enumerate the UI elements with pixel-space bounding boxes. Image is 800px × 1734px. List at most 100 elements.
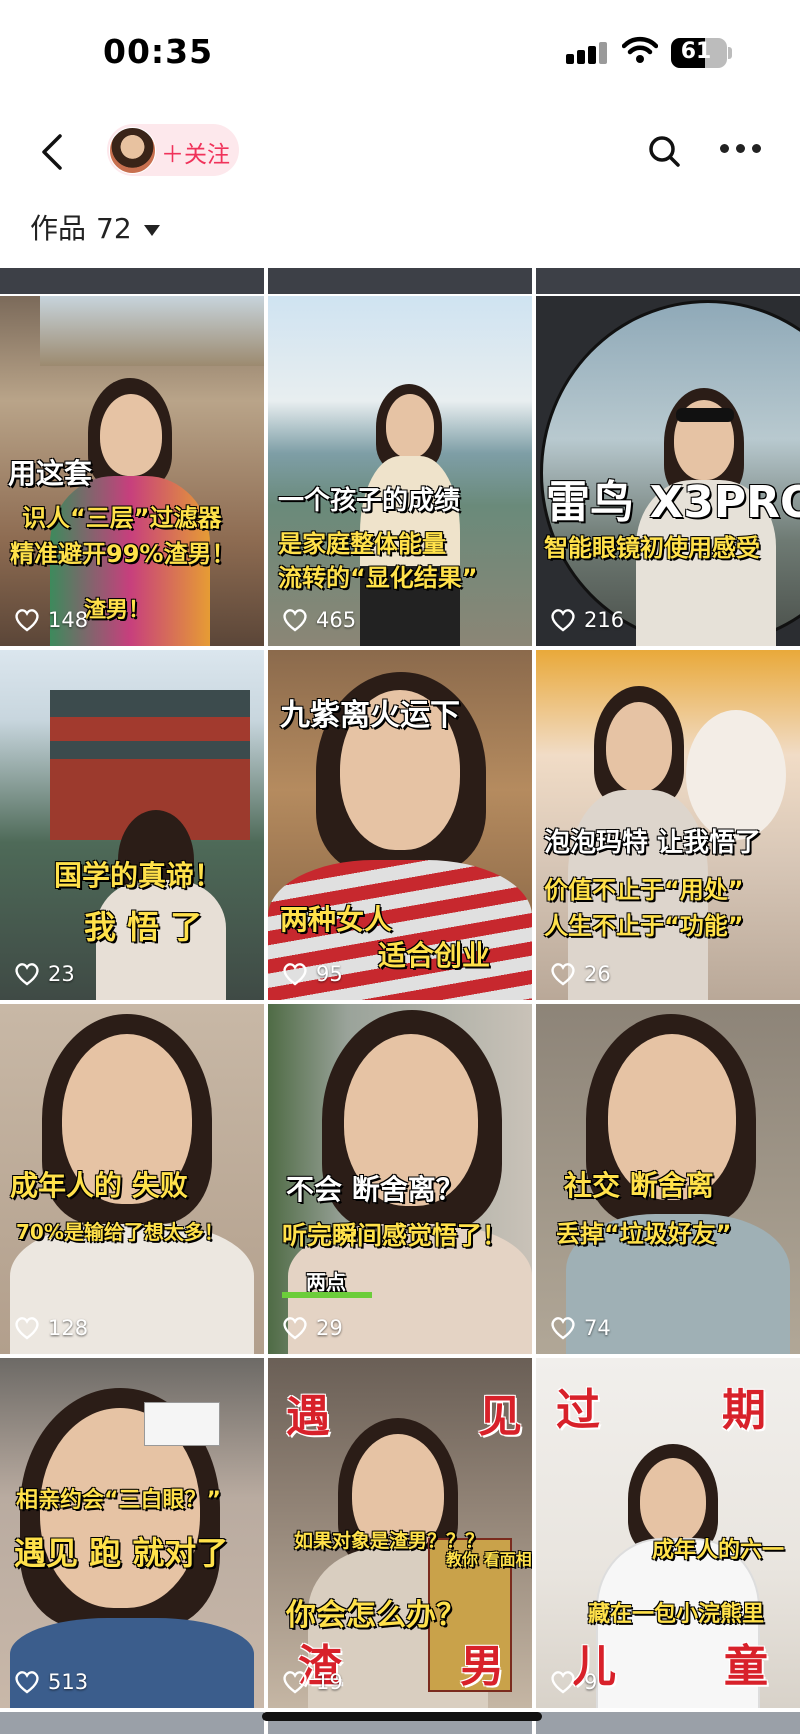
- like-count-value: 95: [316, 962, 343, 986]
- avatar[interactable]: [109, 127, 156, 174]
- like-count-value: 74: [584, 1316, 611, 1340]
- video-caption: 遇: [286, 1391, 330, 1442]
- heart-icon: [551, 1317, 575, 1340]
- video-caption: 社交 断舍离: [564, 1169, 714, 1202]
- video-caption: 两点: [306, 1270, 346, 1294]
- like-count-value: 513: [48, 1670, 89, 1694]
- video-caption: 一个孩子的成绩: [278, 486, 461, 516]
- cellular-signal-icon: [566, 42, 608, 68]
- video-tile[interactable]: 九紫离火运下 两种女人 适合创业 95: [268, 650, 532, 1000]
- video-caption: 相亲约会“三白眼？”: [16, 1488, 221, 1513]
- video-caption: 遇见 跑 就对了: [14, 1534, 229, 1572]
- video-caption: 藏在一包小浣熊里: [588, 1602, 765, 1627]
- video-caption: 见: [478, 1391, 522, 1442]
- video-tile[interactable]: 国学的真谛！ 我 悟 了 23: [0, 650, 264, 1000]
- video-caption: 期: [722, 1385, 766, 1436]
- video-tile[interactable]: 社交 断舍离 丢掉“垃圾好友” 74: [536, 1004, 800, 1354]
- heart-icon: [551, 963, 575, 986]
- video-caption: 识人“三层”过滤器: [22, 504, 222, 532]
- video-tile-partial[interactable]: [536, 1712, 800, 1734]
- video-caption: 雷鸟 X3PRO: [546, 477, 800, 528]
- like-count-value: 9: [584, 1670, 598, 1694]
- heart-icon: [551, 609, 575, 632]
- status-time: 00:35: [103, 32, 214, 71]
- status-bar: 00:35 61: [0, 0, 800, 110]
- labubu-toy: [686, 710, 786, 840]
- video-tile[interactable]: 泡泡玛特 让我悟了 价值不止于“用处” 人生不止于“功能” 26: [536, 650, 800, 1000]
- heart-icon: [283, 963, 307, 986]
- video-tile[interactable]: 相亲约会“三白眼？” 遇见 跑 就对了 513: [0, 1358, 264, 1708]
- person-face: [100, 394, 162, 476]
- more-dots-icon[interactable]: [720, 144, 764, 156]
- video-caption: 听完瞬间感觉悟了！: [282, 1221, 508, 1250]
- works-filter-label: 作品: [30, 212, 87, 245]
- video-caption: 价值不止于“用处”: [544, 876, 744, 904]
- video-tile[interactable]: 遇 见 如果对象是渣男？？？ 你会怎么办？ 渣 男 教你 看面相 19: [268, 1358, 532, 1708]
- video-caption: 成年人的六一: [652, 1538, 785, 1563]
- video-tile[interactable]: 雷鸟 X3PRO 智能眼镜初使用感受 216: [536, 296, 800, 646]
- video-caption: 智能眼镜初使用感受: [544, 534, 760, 562]
- video-tile[interactable]: 用这套 识人“三层”过滤器 精准避开99%渣男！ 渣男！ 148: [0, 296, 264, 646]
- like-count: 465: [282, 608, 356, 632]
- wall-painting: [40, 296, 264, 366]
- like-count: 513: [14, 1670, 88, 1694]
- like-count-value: 148: [48, 608, 89, 632]
- video-caption: 用这套: [8, 457, 93, 490]
- video-caption: 人生不止于“功能”: [544, 912, 744, 940]
- heart-icon: [15, 963, 39, 986]
- book-title: 教你 看面相: [446, 1550, 532, 1569]
- like-count: 74: [550, 1316, 611, 1340]
- video-tile[interactable]: 过 期 成年人的六一 藏在一包小浣熊里 儿 童 9: [536, 1358, 800, 1708]
- heart-icon: [551, 1671, 575, 1694]
- person-face: [386, 394, 434, 458]
- video-tile[interactable]: 一个孩子的成绩 是家庭整体能量 流转的“显化结果” 465: [268, 296, 532, 646]
- video-tile-partial[interactable]: [0, 268, 264, 294]
- video-tile[interactable]: 成年人的 失败 70%是输给了想太多！ 128: [0, 1004, 264, 1354]
- like-count-value: 216: [584, 608, 625, 632]
- home-indicator[interactable]: [262, 1712, 542, 1721]
- like-count-value: 29: [316, 1316, 343, 1340]
- like-count: 128: [14, 1316, 88, 1340]
- heart-icon: [283, 609, 307, 632]
- video-caption: 我 悟 了: [84, 908, 203, 946]
- works-filter[interactable]: 作品 72: [30, 207, 160, 247]
- video-tile-partial[interactable]: [536, 268, 800, 294]
- video-caption: 过: [556, 1385, 600, 1436]
- video-caption: 精准避开99%渣男！: [10, 540, 236, 568]
- like-count: 26: [550, 962, 611, 986]
- like-count-value: 26: [584, 962, 611, 986]
- back-arrow-icon[interactable]: [34, 130, 74, 174]
- like-count: 29: [282, 1316, 343, 1340]
- video-caption: 是家庭整体能量: [278, 530, 446, 558]
- heart-icon: [15, 1671, 39, 1694]
- video-tile-partial[interactable]: [0, 1712, 264, 1734]
- video-tile-partial[interactable]: [268, 268, 532, 294]
- heart-icon: [283, 1317, 307, 1340]
- video-caption: 男: [460, 1641, 504, 1692]
- like-count: 216: [550, 608, 624, 632]
- search-icon[interactable]: [645, 132, 685, 172]
- video-caption: 流转的“显化结果”: [278, 564, 478, 592]
- progress-underline: [282, 1292, 372, 1298]
- battery-icon: 61: [671, 38, 727, 68]
- like-count-value: 128: [48, 1316, 89, 1340]
- video-caption: 泡泡玛特 让我悟了: [544, 828, 762, 858]
- person-face: [606, 702, 672, 792]
- heart-icon: [15, 1317, 39, 1340]
- smart-glasses: [676, 408, 734, 422]
- person-body: [10, 1618, 254, 1708]
- profile-nav-bar: ＋关注: [0, 110, 800, 190]
- video-caption: 国学的真谛！: [54, 859, 223, 892]
- like-count-value: 23: [48, 962, 75, 986]
- follow-button[interactable]: ＋关注: [107, 124, 239, 176]
- wifi-icon: [622, 36, 658, 63]
- follow-button-label: ＋关注: [161, 142, 230, 168]
- heart-icon: [15, 609, 39, 632]
- video-caption: 你会怎么办？: [286, 1598, 466, 1633]
- video-tile[interactable]: 不会 断舍离？ 听完瞬间感觉悟了！ 两点 29: [268, 1004, 532, 1354]
- like-count: 148: [14, 608, 88, 632]
- video-caption: 丢掉“垃圾好友”: [556, 1220, 732, 1248]
- works-count: 72: [96, 212, 132, 245]
- video-caption: 九紫离火运下: [280, 698, 460, 733]
- like-count-value: 465: [316, 608, 357, 632]
